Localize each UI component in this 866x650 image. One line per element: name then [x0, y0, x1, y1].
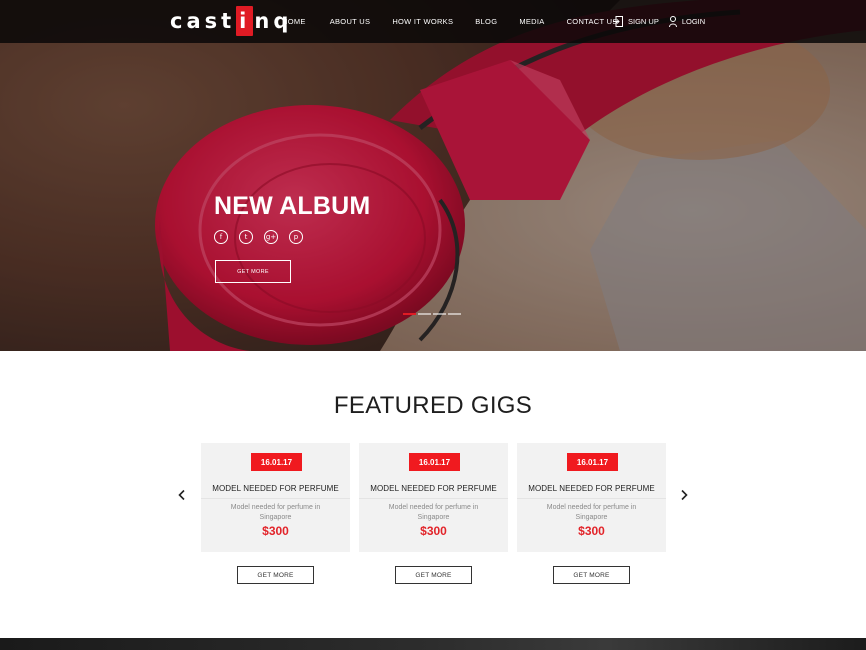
gig-description-line-2: Singapore	[417, 514, 450, 521]
gig-title: MODEL NEEDED FOR PERFUME	[370, 484, 497, 493]
chevron-left-icon[interactable]	[176, 489, 188, 501]
signup-label: SIGN UP	[628, 17, 659, 26]
gig-divider	[517, 498, 666, 499]
gig-description-line-2: Singapore	[259, 514, 292, 521]
nav-how-it-works[interactable]: HOW IT WORKS	[392, 17, 453, 26]
gig-price: $300	[578, 524, 605, 538]
gig-price: $300	[420, 524, 447, 538]
nav-about-us[interactable]: ABOUT US	[330, 17, 371, 26]
gig-description-line-2: Singapore	[575, 514, 608, 521]
gig-description: Model needed for perfume in Singapore	[221, 503, 330, 523]
brand-logo[interactable]: cast i nq	[170, 6, 292, 36]
gig-description-line-1: Model needed for perfume in	[230, 504, 321, 511]
gig-get-more-button[interactable]: GET MORE	[395, 566, 472, 584]
user-icon	[668, 16, 677, 27]
auth-nav: SIGN UP LOGIN	[613, 0, 715, 43]
login-link[interactable]: LOGIN	[668, 16, 706, 27]
top-navbar: cast i nq HOME ABOUT US HOW IT WORKS BLOG …	[0, 0, 866, 43]
main-nav: HOME ABOUT US HOW IT WORKS BLOG MEDIA CO…	[282, 0, 618, 43]
nav-blog[interactable]: BLOG	[475, 17, 497, 26]
google-plus-icon[interactable]: g+	[264, 230, 278, 244]
sign-in-icon	[613, 16, 623, 27]
logo-text-pre: cast	[170, 9, 236, 33]
gig-title: MODEL NEEDED FOR PERFUME	[528, 484, 655, 493]
gig-date-badge: 16.01.17	[251, 453, 302, 471]
gig-card[interactable]: 16.01.17 MODEL NEEDED FOR PERFUME Model …	[201, 443, 350, 552]
gig-description: Model needed for perfume in Singapore	[537, 503, 646, 523]
gig-card[interactable]: 16.01.17 MODEL NEEDED FOR PERFUME Model …	[517, 443, 666, 552]
facebook-icon[interactable]: f	[214, 230, 228, 244]
gig-divider	[359, 498, 508, 499]
nav-contact-us[interactable]: CONTACT US	[567, 17, 618, 26]
pinterest-icon[interactable]: p	[289, 230, 303, 244]
slider-dot-4[interactable]	[448, 313, 461, 315]
nav-home[interactable]: HOME	[282, 17, 306, 26]
gig-description-line-1: Model needed for perfume in	[388, 504, 479, 511]
logo-mark: i	[236, 6, 254, 36]
nav-media[interactable]: MEDIA	[519, 17, 544, 26]
slider-indicators	[403, 313, 463, 315]
login-label: LOGIN	[681, 17, 706, 26]
hero-title: NEW ALBUM	[214, 192, 371, 220]
hero-get-more-button[interactable]: GET MORE	[215, 260, 291, 283]
chevron-right-icon[interactable]	[678, 489, 690, 501]
gig-price: $300	[262, 524, 289, 538]
slider-dot-2[interactable]	[418, 313, 431, 315]
gig-get-more-button[interactable]: GET MORE	[553, 566, 630, 584]
slider-dot-3[interactable]	[433, 313, 446, 315]
gig-date-badge: 16.01.17	[409, 453, 460, 471]
hero-social-links: f t g+ p	[214, 230, 314, 244]
hero-overlay	[0, 0, 866, 351]
gig-title: MODEL NEEDED FOR PERFUME	[212, 484, 339, 493]
slider-dot-1[interactable]	[403, 313, 416, 315]
gig-card[interactable]: 16.01.17 MODEL NEEDED FOR PERFUME Model …	[359, 443, 508, 552]
gig-divider	[201, 498, 350, 499]
gig-get-more-button[interactable]: GET MORE	[237, 566, 314, 584]
signup-link[interactable]: SIGN UP	[613, 16, 659, 27]
gig-date-badge: 16.01.17	[567, 453, 618, 471]
next-section-preview	[0, 638, 866, 650]
gig-description-line-1: Model needed for perfume in	[546, 504, 637, 511]
featured-gigs-title: FEATURED GIGS	[333, 392, 533, 419]
twitter-icon[interactable]: t	[239, 230, 253, 244]
gig-description: Model needed for perfume in Singapore	[379, 503, 488, 523]
hero-banner: cast i nq HOME ABOUT US HOW IT WORKS BLOG …	[0, 0, 866, 351]
